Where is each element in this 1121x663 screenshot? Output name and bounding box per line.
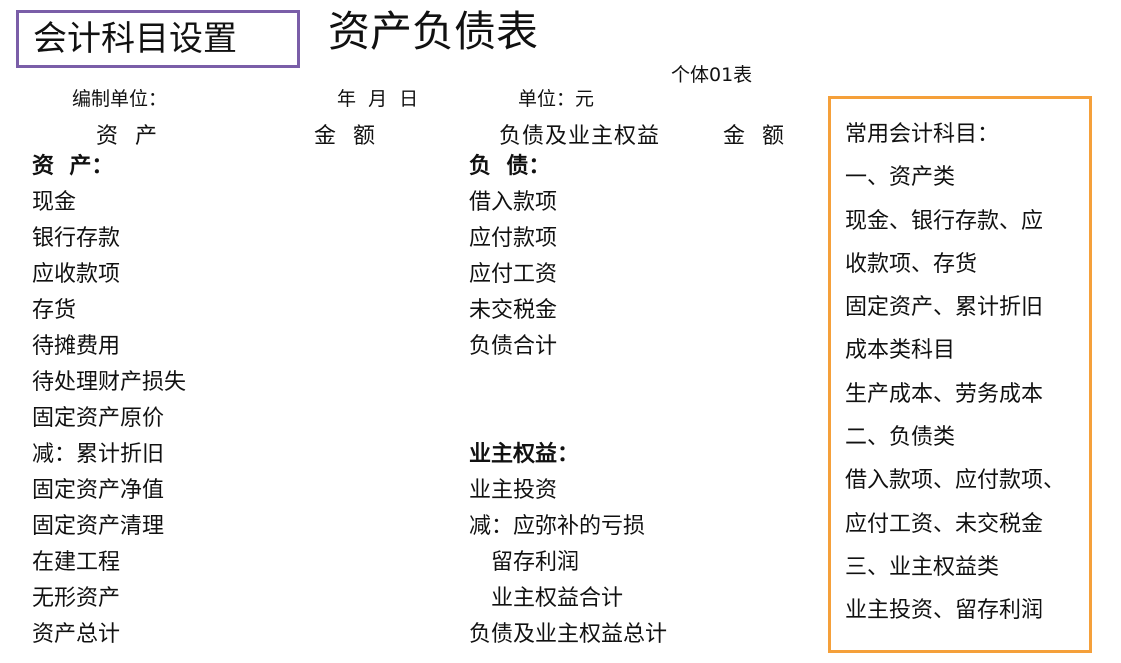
asset-item: 待摊费用 — [32, 334, 121, 359]
common-subjects-line: 收款项、存货 — [845, 251, 978, 277]
asset-item: 待处理财产损失 — [32, 370, 187, 395]
common-subjects-line: 固定资产、累计折旧 — [845, 295, 1044, 321]
common-subjects-box: 常用会计科目： 一、资产类 现金、银行存款、应 收款项、存货 固定资产、累计折旧… — [828, 96, 1092, 653]
column-header-assets: 资 产 — [96, 124, 158, 149]
asset-item: 存货 — [32, 298, 77, 323]
asset-item: 在建工程 — [32, 550, 121, 575]
unit-label: 单位：元 — [518, 88, 595, 110]
equity-section-heading: 业主权益： — [469, 442, 580, 467]
column-header-amount-left: 金 额 — [314, 124, 376, 149]
liability-item: 应付款项 — [469, 226, 558, 251]
subject-setup-button[interactable]: 会计科目设置 — [16, 10, 300, 68]
common-subjects-line: 现金、银行存款、应 — [845, 208, 1044, 234]
liability-item: 借入款项 — [469, 190, 558, 215]
assets-total: 资产总计 — [32, 622, 121, 647]
asset-item: 固定资产原价 — [32, 406, 165, 431]
liability-item: 应付工资 — [469, 262, 558, 287]
common-subjects-line: 应付工资、未交税金 — [845, 511, 1044, 537]
common-subjects-title: 常用会计科目： — [845, 122, 1000, 147]
liabilities-total: 负债合计 — [469, 334, 558, 359]
common-subjects-line: 借入款项、应付款项、 — [845, 468, 1066, 494]
common-subjects-line: 业主投资、留存利润 — [845, 598, 1044, 624]
liabilities-section-heading: 负 债： — [469, 154, 551, 179]
asset-item: 减：累计折旧 — [32, 442, 165, 467]
assets-section-heading: 资 产： — [32, 154, 114, 179]
asset-item: 无形资产 — [32, 586, 121, 611]
common-subjects-line: 三、业主权益类 — [845, 554, 1000, 580]
liabilities-list: 负 债： 借入款项 应付款项 应付工资 未交税金 负债合计 业主权益： 业主投资… — [469, 149, 667, 653]
common-subjects-line: 生产成本、劳务成本 — [845, 381, 1044, 407]
date-label: 年 月 日 — [337, 88, 419, 110]
assets-list: 资 产： 现金 银行存款 应收款项 存货 待摊费用 待处理财产损失 固定资产原价… — [32, 149, 186, 653]
column-header-liabilities-equity: 负债及业主权益 — [499, 124, 661, 149]
asset-item: 应收款项 — [32, 262, 121, 287]
asset-item: 固定资产清理 — [32, 514, 165, 539]
liabilities-equity-total: 负债及业主权益总计 — [469, 622, 668, 647]
asset-item: 银行存款 — [32, 226, 121, 251]
liability-item: 未交税金 — [469, 298, 558, 323]
equity-total: 业主权益合计 — [491, 586, 624, 611]
common-subjects-line: 一、资产类 — [845, 165, 956, 191]
asset-item: 固定资产净值 — [32, 478, 165, 503]
prepared-by-label: 编制单位： — [72, 88, 168, 110]
common-subjects-line: 成本类科目 — [845, 338, 956, 364]
page-title: 资产负债表 — [328, 7, 539, 56]
equity-item: 减：应弥补的亏损 — [469, 514, 646, 539]
equity-item: 留存利润 — [491, 550, 580, 575]
asset-item: 现金 — [32, 190, 77, 215]
form-id-label: 个体01表 — [671, 64, 753, 86]
column-header-amount-right: 金 额 — [723, 124, 785, 149]
equity-item: 业主投资 — [469, 478, 558, 503]
common-subjects-line: 二、负债类 — [845, 425, 956, 451]
